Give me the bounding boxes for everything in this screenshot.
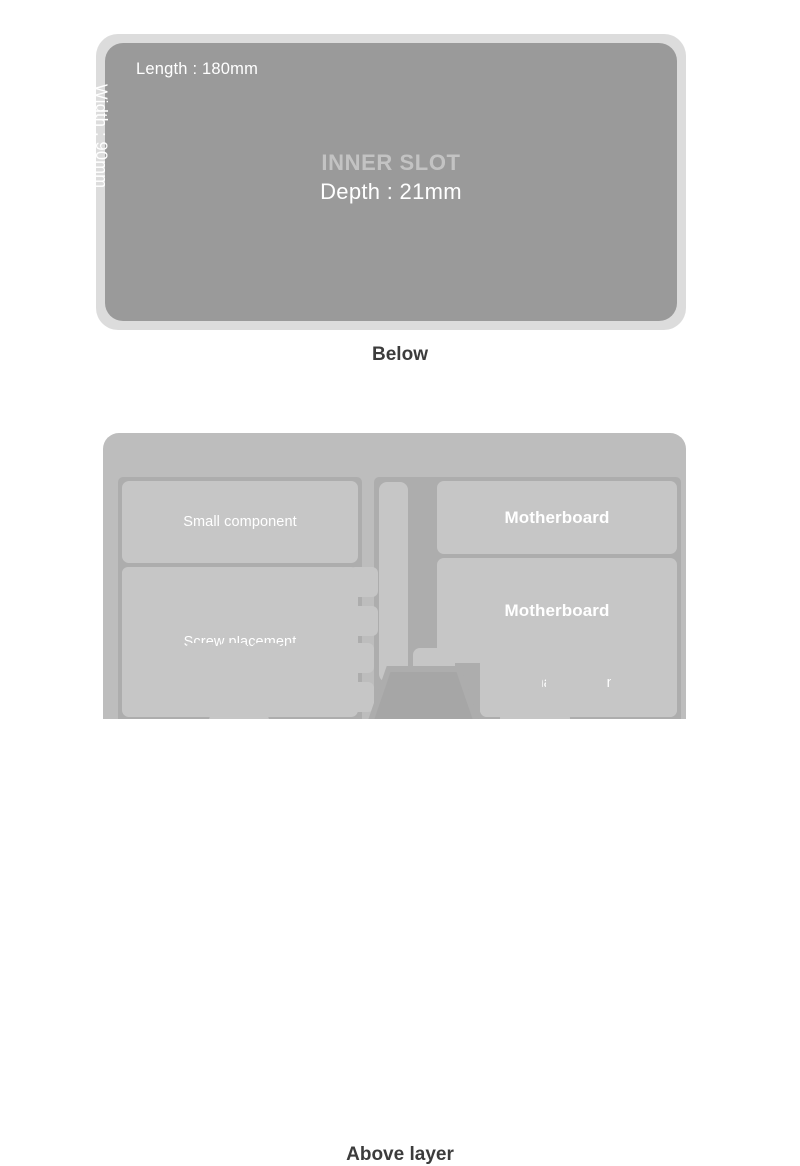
key-r4-c5[interactable] — [252, 682, 281, 712]
key-r1-c3[interactable] — [217, 567, 246, 597]
key-r3-c8[interactable] — [351, 643, 374, 673]
key-r4-c4[interactable] — [219, 682, 248, 712]
right-l-slot — [379, 482, 408, 682]
inner-slot-title: INNER SLOT — [321, 150, 461, 175]
key-r2-c3[interactable] — [217, 606, 246, 636]
key-r2-c6[interactable] — [316, 606, 345, 636]
key-r4-c2[interactable] — [153, 682, 182, 712]
key-r4-c7[interactable] — [318, 682, 347, 712]
key-r3-c6[interactable] — [285, 643, 314, 673]
small-component-left[interactable] — [122, 481, 358, 563]
right-tile-b[interactable] — [546, 648, 607, 717]
key-tall-left[interactable] — [122, 641, 149, 715]
below-layer-diagram: Length : 180mm Width : 90mm INNER SLOT D… — [0, 0, 800, 390]
above-layer-clip: Small component Screw placement Motherboar… — [0, 400, 800, 719]
key-r4-c6[interactable] — [285, 682, 314, 712]
below-caption: Below — [372, 344, 428, 365]
key-r2-c4[interactable] — [250, 606, 279, 636]
key-r2-c1[interactable] — [122, 606, 180, 636]
above-caption: Above layer — [346, 1144, 454, 1165]
key-r3-c3[interactable] — [186, 643, 215, 673]
right-tile-c[interactable] — [611, 648, 677, 717]
key-r1-c7[interactable] — [349, 567, 378, 597]
key-r3-c2[interactable] — [153, 643, 182, 673]
key-r3-c4[interactable] — [219, 643, 248, 673]
key-r1-c5[interactable] — [283, 567, 312, 597]
key-r3-c5[interactable] — [252, 643, 281, 673]
key-r2-c5[interactable] — [283, 606, 312, 636]
key-r1-c4[interactable] — [250, 567, 279, 597]
key-r4-c8[interactable] — [351, 682, 374, 712]
bottom-partial-key[interactable] — [500, 711, 570, 719]
key-r2-c7[interactable] — [349, 606, 378, 636]
length-dimension-label: Length : 180mm — [136, 60, 259, 78]
right-tile-a[interactable] — [480, 648, 542, 717]
above-layer-diagram: Small component Screw placement Motherboar… — [0, 400, 800, 1165]
depth-dimension-label: Depth : 21mm — [320, 179, 462, 204]
key-r2-c2[interactable] — [184, 606, 213, 636]
key-bottom-partial[interactable] — [209, 714, 269, 719]
key-r1-c6[interactable] — [316, 567, 345, 597]
key-r4-c3[interactable] — [186, 682, 215, 712]
key-r3-c7[interactable] — [318, 643, 347, 673]
key-r1-c2[interactable] — [184, 567, 213, 597]
key-r1-c1[interactable] — [122, 567, 180, 597]
motherboard-upper[interactable] — [437, 481, 677, 554]
